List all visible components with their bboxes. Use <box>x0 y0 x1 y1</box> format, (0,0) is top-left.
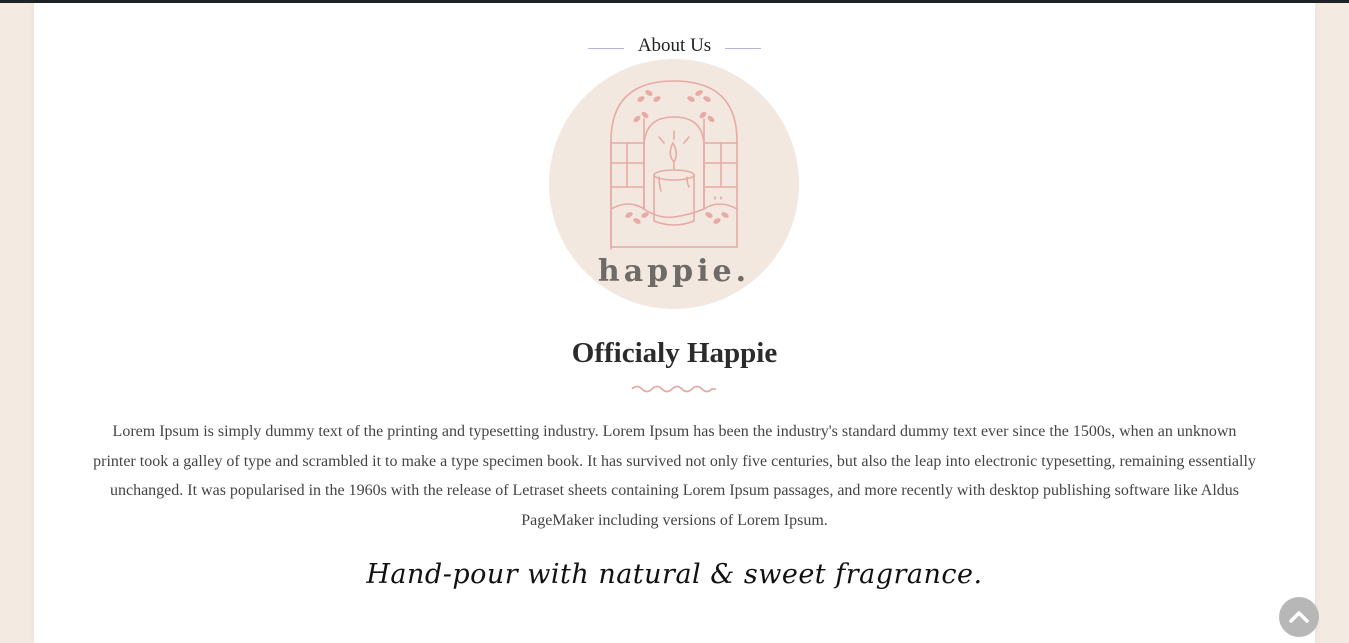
tagline: Hand-pour with natural & sweet fragrance… <box>366 559 983 590</box>
section-heading-label: About Us <box>637 35 712 56</box>
logo-wordmark: happie. <box>598 254 750 289</box>
heading-line-right <box>725 48 762 50</box>
heading-line-left <box>587 48 624 50</box>
about-section: About Us happie. Officialy Happie Lorem … <box>34 3 1315 643</box>
about-description: Lorem Ipsum is simply dummy text of the … <box>93 423 1256 529</box>
happie-logo: happie. <box>549 59 799 309</box>
chevron-up-icon <box>1289 611 1309 623</box>
wave-divider <box>631 385 716 393</box>
scroll-to-top-button[interactable] <box>1279 597 1319 637</box>
page-title: Officialy Happie <box>571 337 778 369</box>
section-heading: About Us <box>34 35 1315 57</box>
